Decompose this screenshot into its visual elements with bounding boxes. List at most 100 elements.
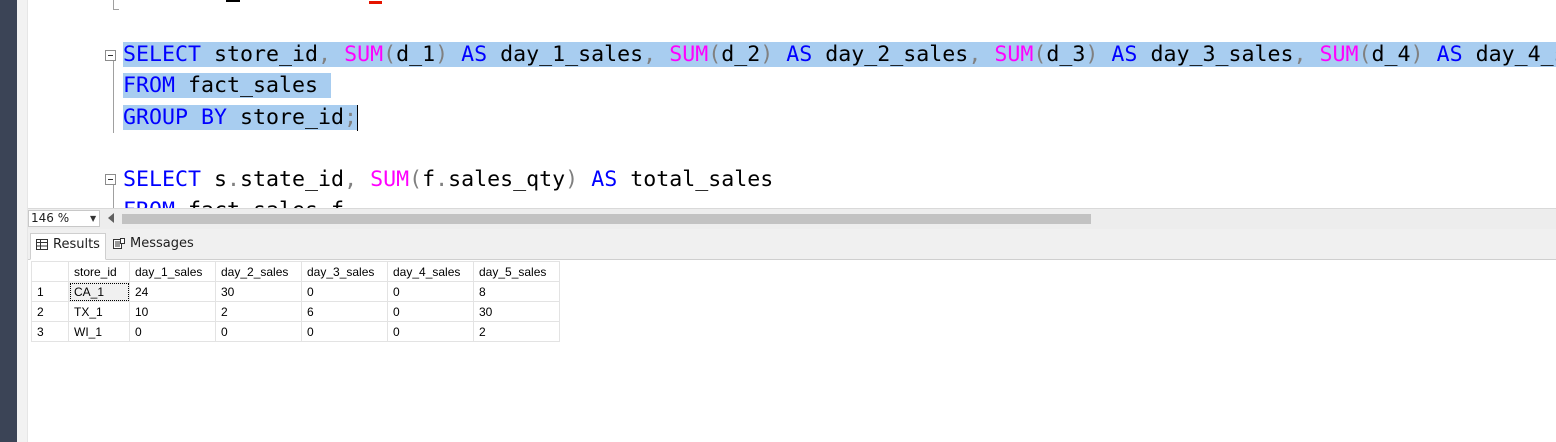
scroll-left-icon[interactable] (108, 213, 114, 223)
code-token: store_id (227, 105, 345, 130)
code-line-select-sum[interactable]: SELECT store_id, SUM(d_1) AS day_1_sales… (123, 41, 1556, 69)
code-token: day_4_sa (1475, 42, 1556, 67)
column-header[interactable]: day_1_sales (129, 261, 216, 282)
window-left-border (0, 0, 17, 442)
code-token: SUM (370, 167, 410, 192)
code-token: SUM (1319, 42, 1359, 67)
selected-code: SELECT store_id, SUM(d_1) AS day_1_sales… (123, 42, 1556, 67)
row-number-header[interactable] (31, 261, 69, 282)
code-token: SELECT (123, 42, 202, 67)
code-token: sales_qty (448, 167, 566, 192)
row-number[interactable]: 2 (31, 301, 69, 322)
column-header[interactable]: day_5_sales (473, 261, 560, 282)
row-number[interactable]: 1 (31, 281, 69, 302)
column-header[interactable]: day_2_sales (215, 261, 302, 282)
grid-cell[interactable]: 0 (301, 321, 388, 342)
code-token: , (344, 167, 358, 192)
zoom-level: 146 % (31, 211, 70, 225)
grid-cell[interactable]: 10 (129, 301, 216, 322)
code-token: ( (1358, 42, 1372, 67)
messages-icon (113, 238, 125, 249)
code-token: d_1 (396, 42, 436, 67)
grid-cell[interactable]: CA_1 (68, 281, 130, 302)
grid-cell[interactable]: 0 (129, 321, 216, 342)
code-token: day_2_sales (812, 42, 969, 67)
code-token: AS (1111, 42, 1138, 67)
code-token: GROUP BY (123, 105, 228, 130)
results-grid[interactable]: store_id day_1_sales day_2_sales day_3_s… (31, 261, 560, 342)
code-text: SELECT s.state_id, SUM(f.sales_qty) AS t… (123, 167, 773, 192)
grid-cell[interactable]: 6 (301, 301, 388, 322)
grid-cell[interactable]: TX_1 (68, 301, 130, 322)
code-token: day_3_sales (1137, 42, 1294, 67)
horizontal-scrollbar-thumb[interactable] (122, 214, 1091, 224)
code-line-select-state[interactable]: SELECT s.state_id, SUM(f.sales_qty) AS t… (123, 166, 773, 194)
outline-guide-query1 (113, 61, 114, 133)
code-token: AS (461, 42, 488, 67)
code-token: , (968, 42, 982, 67)
table-row[interactable]: 2 TX_1 10 2 6 0 30 (31, 301, 560, 322)
column-header[interactable]: day_3_sales (301, 261, 388, 282)
grid-cell[interactable]: 0 (387, 281, 474, 302)
code-token: ) (1085, 42, 1099, 67)
code-token: store_id (201, 42, 319, 67)
code-text: FROM fact_sales f (123, 198, 344, 208)
collapse-toggle-query2[interactable] (105, 174, 116, 185)
outline-guide-query2 (113, 185, 114, 208)
tab-messages[interactable]: Messages (108, 233, 204, 255)
grid-cell[interactable]: 2 (473, 321, 560, 342)
code-token: AS (786, 42, 813, 67)
grid-cell[interactable]: 0 (387, 321, 474, 342)
column-header[interactable]: store_id (68, 261, 130, 282)
code-line-from-partial[interactable]: FROM fact_sales f (123, 197, 344, 208)
code-token: f (422, 167, 436, 192)
code-token: , (643, 42, 657, 67)
grid-cell[interactable]: 30 (215, 281, 302, 302)
code-line-group-by[interactable]: GROUP BY store_id; (123, 104, 359, 132)
grid-cell[interactable]: 0 (301, 281, 388, 302)
grid-cell[interactable]: 30 (473, 301, 560, 322)
code-token: . (435, 167, 449, 192)
editor-status-bar: 146 % ▼ (28, 208, 1556, 229)
code-token: ) (760, 42, 774, 67)
code-token: state_id (240, 167, 345, 192)
query-editor[interactable]: SELECT store_id, SUM(d_1) AS day_1_sales… (28, 0, 1556, 208)
grid-cell[interactable]: 0 (387, 301, 474, 322)
code-token: . (227, 167, 241, 192)
code-token: SUM (994, 42, 1034, 67)
code-token: total_sales (617, 167, 774, 192)
code-token: AS (591, 167, 618, 192)
table-row[interactable]: 1 CA_1 24 30 0 0 8 (31, 281, 560, 302)
grid-cell[interactable]: 0 (215, 321, 302, 342)
code-line-from[interactable]: FROM fact_sales (123, 72, 332, 100)
grid-cell[interactable]: 24 (129, 281, 216, 302)
tab-results[interactable]: Results (30, 233, 106, 260)
code-token: d_3 (1046, 42, 1086, 67)
error-squiggle (369, 1, 382, 4)
grid-cell[interactable]: 2 (215, 301, 302, 322)
table-row[interactable]: 3 WI_1 0 0 0 0 2 (31, 321, 560, 342)
collapse-toggle-query1[interactable] (105, 50, 116, 61)
partial-underscore (226, 0, 240, 2)
code-token: d_4 (1371, 42, 1411, 67)
column-header[interactable]: day_4_sales (387, 261, 474, 282)
grid-cell[interactable]: WI_1 (68, 321, 130, 342)
results-tab-bar: Results Messages (28, 229, 1556, 260)
code-token: fact_sales (175, 73, 332, 98)
code-token: AS (1436, 42, 1463, 67)
code-token: ) (435, 42, 449, 67)
ssms-window: SELECT store_id, SUM(d_1) AS day_1_sales… (0, 0, 1556, 442)
selected-code: GROUP BY store_id; (123, 105, 358, 130)
code-token: fact_sales f (175, 198, 344, 208)
row-number[interactable]: 3 (31, 321, 69, 342)
code-token: FROM (123, 73, 176, 98)
chevron-down-icon[interactable]: ▼ (90, 214, 96, 223)
grid-cell[interactable]: 8 (473, 281, 560, 302)
